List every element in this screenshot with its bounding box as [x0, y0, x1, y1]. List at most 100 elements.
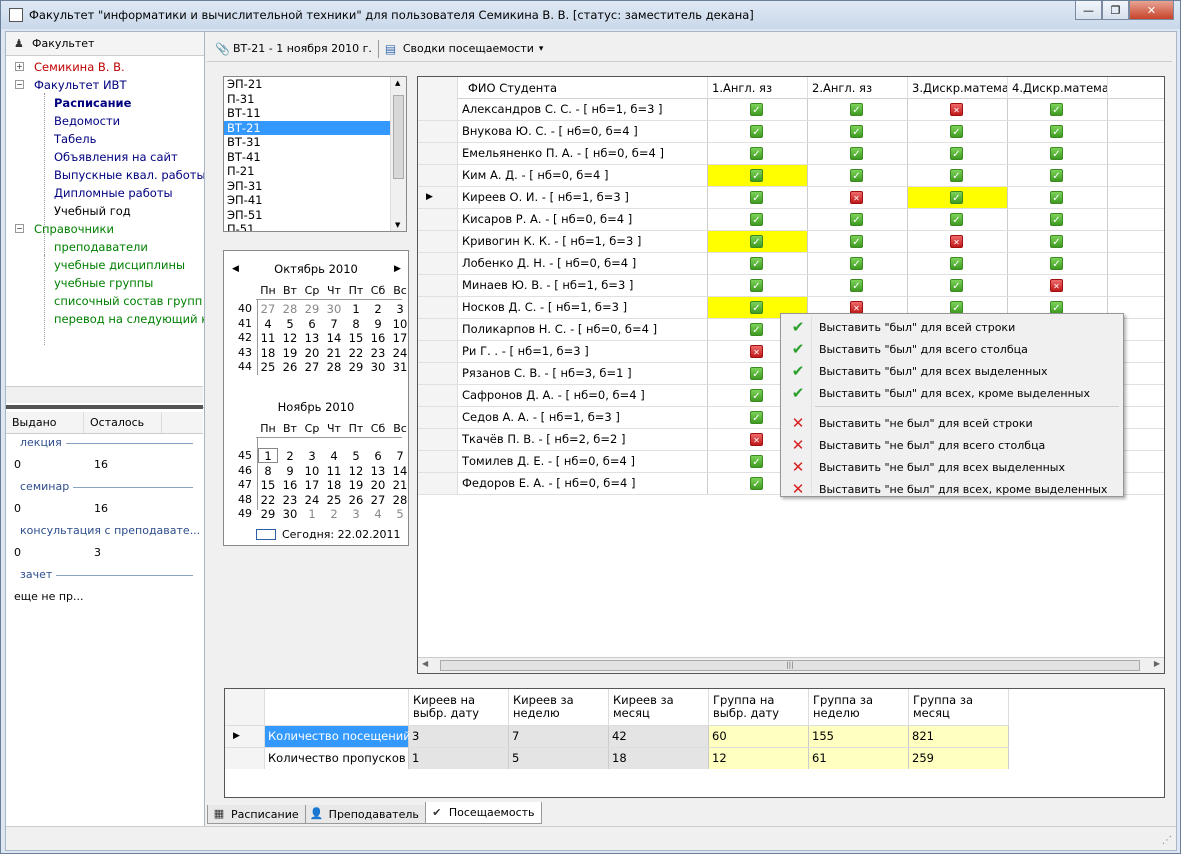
grid-scroll-thumb[interactable]: ||| [440, 660, 1140, 671]
context-menu-item[interactable]: ✕ Выставить "не был" для всей строки [783, 412, 1121, 434]
context-menu-item[interactable]: ✔ Выставить "был" для всей строки [783, 316, 1121, 338]
calendar-day[interactable]: 14 [389, 464, 411, 478]
group-list-item[interactable]: ВТ-21 [224, 120, 406, 135]
present-check-icon[interactable]: ✓ [950, 147, 963, 160]
calendar-day[interactable]: 7 [389, 449, 411, 463]
row-header[interactable]: ▶ [418, 187, 458, 208]
attendance-cell[interactable]: ✓ [808, 209, 908, 230]
row-header[interactable] [418, 209, 458, 230]
attendance-cell[interactable]: ✓ [1008, 165, 1108, 186]
calendar-day[interactable]: 18 [257, 346, 279, 360]
row-header[interactable] [418, 297, 458, 318]
summary-value-cell[interactable]: 3 [409, 726, 509, 747]
calendar-day[interactable]: 7 [323, 317, 345, 331]
present-check-icon[interactable]: ✓ [850, 147, 863, 160]
present-check-icon[interactable]: ✓ [1050, 103, 1063, 116]
calendar-day[interactable]: 4 [257, 317, 279, 331]
calendar-day[interactable]: 5 [389, 507, 411, 521]
calendar-day[interactable]: 6 [301, 317, 323, 331]
student-name-cell[interactable]: Кисаров Р. А. - [ нб=0, б=4 ] [458, 209, 708, 230]
present-check-icon[interactable]: ✓ [1050, 169, 1063, 182]
present-check-icon[interactable]: ✓ [950, 169, 963, 182]
remaining-column-header[interactable]: Осталось [84, 412, 162, 433]
calendar-day[interactable]: 29 [301, 302, 323, 316]
present-check-icon[interactable]: ✓ [950, 125, 963, 138]
student-name-cell[interactable]: Поликарпов Н. С. - [ нб=0, б=4 ] [458, 319, 708, 340]
grid-column-header[interactable]: 3.Дискр.матема [908, 77, 1008, 99]
summary-column-header[interactable]: Киреев на выбр. дату [409, 689, 509, 725]
tree-item[interactable]: преподаватели [54, 238, 148, 256]
student-name-cell[interactable]: Ким А. Д. - [ нб=0, б=4 ] [458, 165, 708, 186]
table-row[interactable]: Емельяненко П. А. - [ нб=0, б=4 ] ✓ ✓ ✓ ✓ [418, 143, 1164, 165]
group-list-item[interactable]: ЭП-51 [224, 208, 406, 223]
attendance-cell[interactable]: ✓ [708, 187, 808, 208]
student-name-cell[interactable]: Ри Г. . - [ нб=1, б=3 ] [458, 341, 708, 362]
summary-value-cell[interactable]: 18 [609, 748, 709, 769]
tree-item[interactable]: Ведомости [54, 112, 120, 130]
summary-value-cell[interactable]: 7 [509, 726, 609, 747]
present-check-icon[interactable]: ✓ [750, 103, 763, 116]
calendar-day[interactable]: 4 [367, 507, 389, 521]
summary-value-cell[interactable]: 155 [809, 726, 909, 747]
calendar-day[interactable]: 30 [323, 302, 345, 316]
attendance-cell[interactable]: ✓ [708, 165, 808, 186]
tree-item[interactable]: Семикина В. В. [34, 58, 125, 76]
attendance-cell[interactable]: ✓ [808, 253, 908, 274]
present-check-icon[interactable]: ✓ [850, 257, 863, 270]
present-check-icon[interactable]: ✓ [950, 279, 963, 292]
grid-column-header[interactable]: ФИО Студента [458, 77, 708, 99]
attendance-cell[interactable]: ✓ [908, 275, 1008, 296]
present-check-icon[interactable]: ✓ [950, 191, 963, 204]
tree-item[interactable]: перевод на следующий к [54, 310, 204, 328]
context-menu-item[interactable]: ✕ Выставить "не был" для всего столбца [783, 434, 1121, 456]
calendar-day[interactable]: 3 [345, 507, 367, 521]
row-header[interactable] [418, 99, 458, 120]
attendance-cell[interactable]: ✓ [908, 121, 1008, 142]
row-header[interactable] [418, 341, 458, 362]
student-name-cell[interactable]: Федоров Е. А. - [ нб=0, б=4 ] [458, 473, 708, 494]
scroll-left-icon[interactable]: ◀ [422, 659, 428, 668]
row-header[interactable] [418, 473, 458, 494]
row-header[interactable] [418, 275, 458, 296]
issued-column-header[interactable]: Выдано [6, 412, 84, 433]
table-row[interactable]: Кисаров Р. А. - [ нб=0, б=4 ] ✓ ✓ ✓ ✓ [418, 209, 1164, 231]
tree-item[interactable]: Учебный год [54, 202, 131, 220]
calendar-day[interactable]: 21 [389, 478, 411, 492]
attendance-cell[interactable]: ✓ [1008, 187, 1108, 208]
tree-item[interactable]: Выпускные квал. работы [54, 166, 204, 184]
table-row[interactable]: Кривогин К. К. - [ нб=1, б=3 ] ✓ ✓ ✕ ✓ [418, 231, 1164, 253]
calendar-day[interactable]: 22 [345, 346, 367, 360]
minimize-button[interactable]: — [1075, 1, 1102, 20]
summary-value-cell[interactable]: 61 [809, 748, 909, 769]
summary-value-cell[interactable]: 259 [909, 748, 1009, 769]
faculty-header[interactable]: ♟ Факультет [6, 32, 204, 56]
absent-cross-icon[interactable]: ✕ [950, 103, 963, 116]
present-check-icon[interactable]: ✓ [850, 235, 863, 248]
row-header[interactable] [418, 165, 458, 186]
group-list-item[interactable]: П-21 [224, 164, 406, 179]
listbox-scroll-thumb[interactable] [393, 95, 404, 179]
attendance-cell[interactable]: ✓ [1008, 143, 1108, 164]
attendance-cell[interactable]: ✓ [708, 253, 808, 274]
summary-column-header[interactable]: Киреев за неделю [509, 689, 609, 725]
attendance-cell[interactable]: ✕ [908, 231, 1008, 252]
table-row[interactable]: Внукова Ю. С. - [ нб=0, б=4 ] ✓ ✓ ✓ ✓ [418, 121, 1164, 143]
calendar-day[interactable]: 29 [345, 360, 367, 374]
attendance-reports-dropdown[interactable]: ▤ Сводки посещаемости ▾ [385, 42, 544, 56]
group-list-item[interactable]: ЭП-31 [224, 179, 406, 194]
attendance-cell[interactable]: ✓ [808, 231, 908, 252]
attendance-cell[interactable]: ✓ [808, 143, 908, 164]
tree-item[interactable]: учебные дисциплины [54, 256, 185, 274]
calendar-day[interactable]: 2 [279, 449, 301, 463]
student-name-cell[interactable]: Ткачёв П. В. - [ нб=2, б=2 ] [458, 429, 708, 450]
table-row[interactable]: ▶ Киреев О. И. - [ нб=1, б=3 ] ✓ ✕ ✓ ✓ [418, 187, 1164, 209]
attendance-cell[interactable]: ✓ [708, 231, 808, 252]
calendar-day[interactable]: 17 [301, 478, 323, 492]
attendance-cell[interactable]: ✓ [708, 209, 808, 230]
tree-horizontal-scrollbar[interactable] [6, 386, 203, 403]
present-check-icon[interactable]: ✓ [1050, 235, 1063, 248]
student-name-cell[interactable]: Кривогин К. К. - [ нб=1, б=3 ] [458, 231, 708, 252]
summary-value-cell[interactable]: 42 [609, 726, 709, 747]
calendar-day[interactable]: 13 [301, 331, 323, 345]
summary-value-cell[interactable]: 60 [709, 726, 809, 747]
